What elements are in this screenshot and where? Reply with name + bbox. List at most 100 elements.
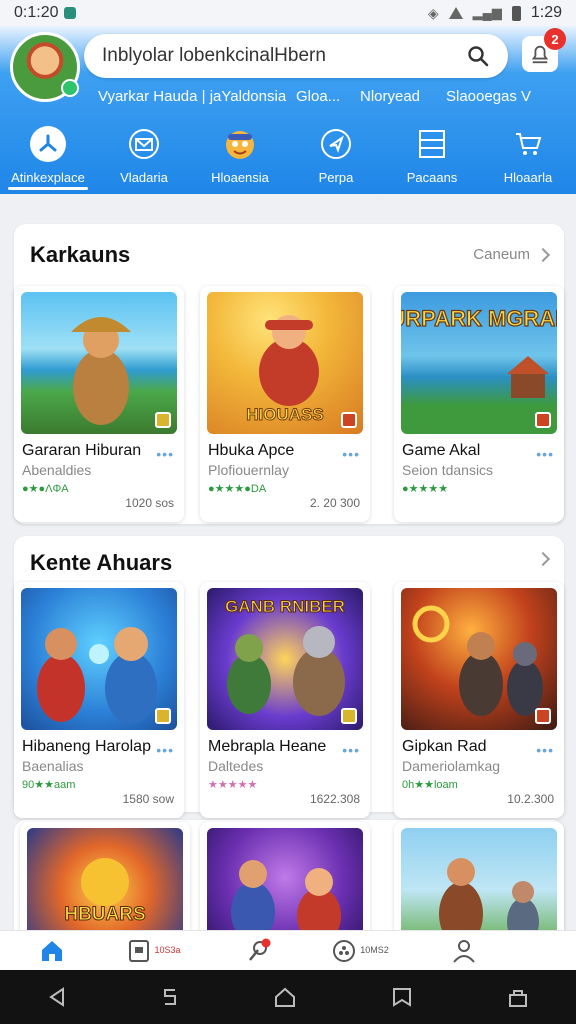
recents-icon[interactable] xyxy=(161,986,179,1008)
section-karkauns: Karkauns Caneum Gararan Hiburan ••• Aben… xyxy=(14,224,564,524)
game-download-count: 10.2.300 xyxy=(507,792,554,806)
game-artwork xyxy=(21,292,177,434)
see-all-link[interactable] xyxy=(530,551,551,567)
notification-button[interactable]: 2 xyxy=(522,28,566,72)
bookmark-icon[interactable] xyxy=(391,986,413,1008)
header-link[interactable]: Vyarkar Hauda | jaYaldonsia xyxy=(98,88,296,105)
notification-count: 2 xyxy=(544,28,566,50)
game-artwork: KURPARK MGRAES xyxy=(401,292,557,434)
category-tabs: Atinkexplace Vladaria Hloaensia Perpa Pa… xyxy=(0,122,576,192)
game-artwork xyxy=(401,588,557,730)
home-icon xyxy=(41,940,62,961)
tab-perpa[interactable]: Perpa xyxy=(288,122,384,192)
tab-label: Pacaans xyxy=(406,170,458,185)
more-options-icon[interactable]: ••• xyxy=(342,446,360,462)
bottom-nav: 10S3a 10MS2 xyxy=(0,930,576,970)
header-link[interactable]: Nloryead xyxy=(360,88,446,105)
game-tag-icon xyxy=(341,708,357,724)
more-options-icon[interactable]: ••• xyxy=(536,446,554,462)
nav-library[interactable]: 10S3a xyxy=(103,939,206,963)
tab-vladaria[interactable]: Vladaria xyxy=(96,122,192,192)
tab-pacaans[interactable]: Pacaans xyxy=(384,122,480,192)
tab-hloaarla[interactable]: Hloaarla xyxy=(480,122,576,192)
wifi-icon xyxy=(448,7,463,19)
header-link[interactable]: Slaooegas V xyxy=(446,88,556,105)
section-title: Karkauns xyxy=(30,242,131,267)
section-title: Kente Ahuars xyxy=(30,550,173,575)
tab-hloaensia[interactable]: Hloaensia xyxy=(192,122,288,192)
chevron-right-icon xyxy=(535,247,551,262)
game-name: Mebrapla Heane xyxy=(208,738,327,755)
nav-community[interactable]: 10MS2 xyxy=(309,939,412,963)
game-card[interactable]: Gararan Hiburan ••• Abenaldies ●★●ΛΦA 10… xyxy=(14,286,184,522)
game-rating: ●★★★★ xyxy=(402,483,449,495)
game-rating: ★★★★★ xyxy=(208,779,258,791)
nav-label: 10MS2 xyxy=(360,945,389,955)
game-name: Game Akal xyxy=(402,442,481,459)
community-icon xyxy=(333,939,356,962)
more-options-icon[interactable]: ••• xyxy=(536,742,554,758)
game-name: Gipkan Rad xyxy=(402,738,487,755)
game-name: Gararan Hiburan xyxy=(22,442,142,459)
nav-home[interactable] xyxy=(0,938,103,964)
game-subtitle: Dameriolamkag xyxy=(402,758,501,774)
search-icon[interactable] xyxy=(466,44,490,68)
game-subtitle: Daltedes xyxy=(208,758,264,774)
more-options-icon[interactable]: ••• xyxy=(156,446,174,462)
game-rating: ●★●ΛΦA xyxy=(22,483,69,495)
list-icon xyxy=(414,126,450,162)
more-options-icon[interactable]: ••• xyxy=(342,742,360,758)
compass-icon xyxy=(318,126,354,162)
game-tag-icon xyxy=(535,412,551,428)
artwork-title: KURPARK MGRAES xyxy=(401,306,557,331)
game-tag-icon xyxy=(155,412,171,428)
nav-profile[interactable] xyxy=(412,938,515,964)
game-download-count: 1580 sow xyxy=(122,792,174,806)
avatar[interactable] xyxy=(10,32,80,102)
game-name: Hbuka Apce xyxy=(208,442,295,459)
tab-label: Hloaensia xyxy=(211,170,269,185)
profile-icon xyxy=(452,939,475,963)
cart-icon xyxy=(510,126,546,162)
game-download-count: 1020 sos xyxy=(125,496,174,510)
game-artwork xyxy=(21,588,177,730)
back-icon[interactable] xyxy=(47,986,67,1008)
game-rating: 0h★★loam xyxy=(402,779,458,791)
app-notification-icon xyxy=(64,7,77,19)
game-rating: 90★★aam xyxy=(22,779,76,791)
game-card[interactable]: GANB RNIBER Mebrapla Heane ••• Daltedes … xyxy=(200,582,370,818)
more-options-icon[interactable]: ••• xyxy=(156,742,174,758)
artwork-title: HBUARS xyxy=(64,904,145,925)
game-card[interactable]: Gipkan Rad ••• Dameriolamkag 0h★★loam 10… xyxy=(394,582,564,818)
search-input[interactable] xyxy=(102,45,466,67)
online-badge xyxy=(61,79,79,97)
header-links: Vyarkar Hauda | jaYaldonsia Gloa... Nlor… xyxy=(98,88,568,105)
library-icon xyxy=(129,939,150,962)
game-download-count: 2. 20 300 xyxy=(309,496,360,510)
home-button-icon[interactable] xyxy=(273,986,297,1008)
status-time-right: 1:29 xyxy=(530,4,562,21)
game-download-count: 1622.308 xyxy=(309,792,360,806)
game-name: Hibaneng Harolap xyxy=(22,738,151,755)
game-rating: ●★★★●DA xyxy=(208,483,267,495)
share-icon[interactable] xyxy=(507,986,529,1008)
tab-label: Hloaarla xyxy=(503,170,553,185)
tab-marketplace[interactable]: Atinkexplace xyxy=(0,122,96,192)
see-all-label: Caneum xyxy=(473,246,530,263)
app-header: 2 Vyarkar Hauda | jaYaldonsia Gloa... Nl… xyxy=(0,26,576,194)
game-card[interactable]: HIOUASS Hbuka Apce ••• Plofiouernlay ●★★… xyxy=(200,286,370,522)
game-mascot-icon xyxy=(222,126,258,162)
header-link[interactable]: Gloa... xyxy=(296,88,360,105)
game-card[interactable]: KURPARK MGRAES Game Akal ••• Seion tdans… xyxy=(394,286,564,522)
pin-icon xyxy=(248,938,270,961)
battery-icon xyxy=(511,5,521,21)
search-bar[interactable] xyxy=(84,34,508,78)
see-all-link[interactable]: Caneum xyxy=(473,246,551,263)
system-nav-bar xyxy=(0,970,576,1024)
game-subtitle: Seion tdansics xyxy=(402,462,494,478)
marketplace-icon xyxy=(30,126,66,162)
status-time-left: 0:1:20 xyxy=(14,4,59,21)
nav-pin[interactable] xyxy=(206,938,309,964)
game-tag-icon xyxy=(535,708,551,724)
game-card[interactable]: Hibaneng Harolap ••• Baenalias 90★★aam 1… xyxy=(14,582,184,818)
